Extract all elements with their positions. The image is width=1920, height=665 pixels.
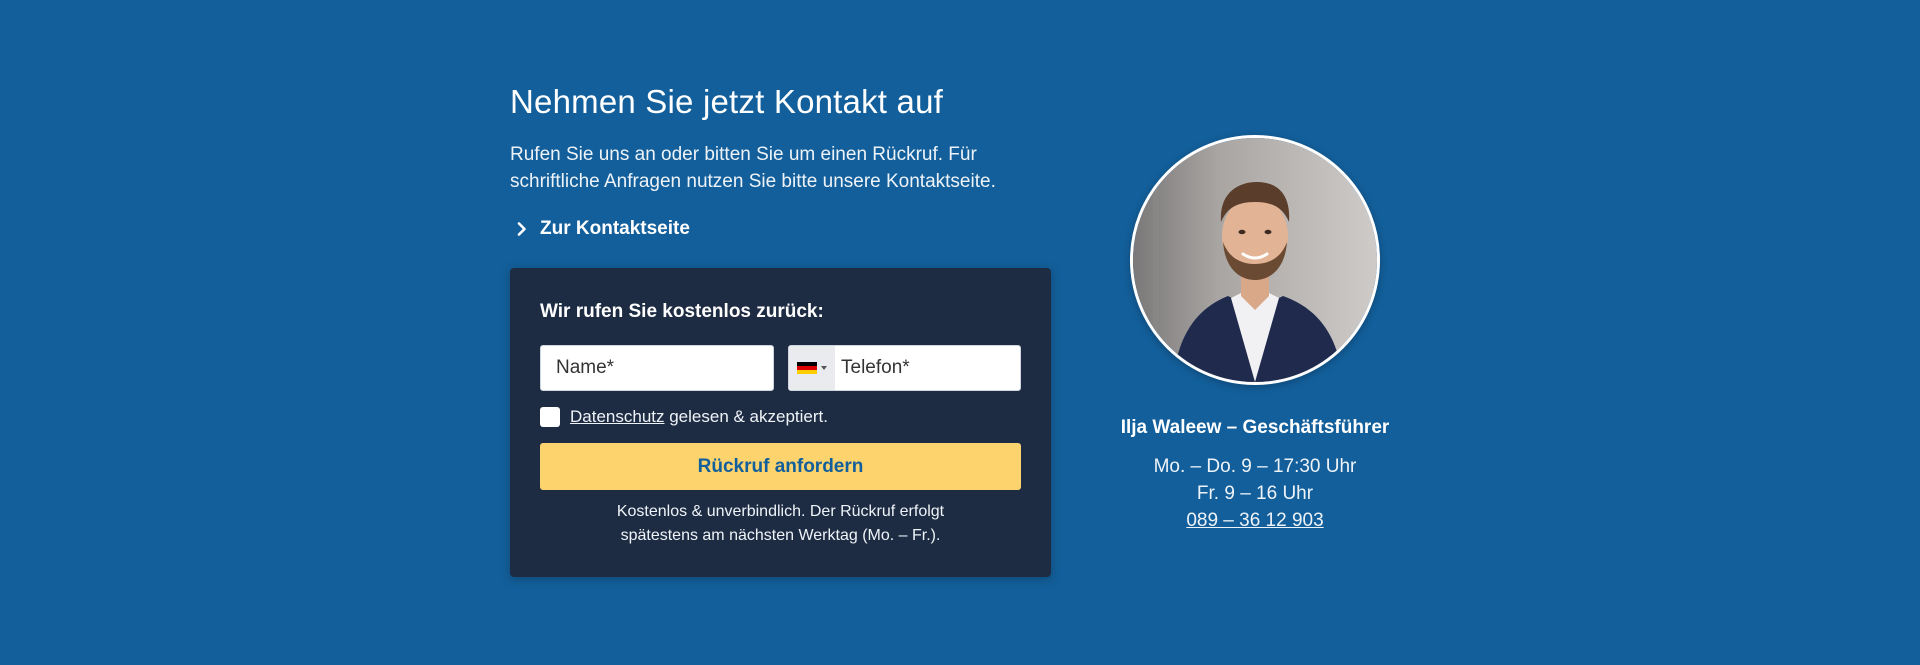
contact-page-link-label: Zur Kontaktseite — [540, 218, 690, 239]
section-heading: Nehmen Sie jetzt Kontakt auf — [510, 83, 944, 120]
privacy-consent: Datenschutz gelesen & akzeptiert. — [540, 406, 828, 428]
opening-hours-mon-thu: Mo. – Do. 9 – 17:30 Uhr — [1153, 456, 1357, 477]
chevron-right-icon — [516, 222, 528, 236]
contact-section: Nehmen Sie jetzt Kontakt auf Rufen Sie u… — [0, 0, 1920, 665]
phone-number-link[interactable]: 089 – 36 12 903 — [1186, 507, 1323, 534]
intro-text: Rufen Sie uns an oder bitten Sie um eine… — [510, 141, 1050, 195]
callback-note-line-2: spätestens am nächsten Werktag (Mo. – Fr… — [620, 527, 941, 544]
phone-field-wrapper — [788, 345, 1021, 391]
request-callback-button[interactable]: Rückruf anfordern — [540, 443, 1021, 490]
phone-input[interactable] — [835, 346, 1020, 390]
opening-hours: Mo. – Do. 9 – 17:30 Uhr Fr. 9 – 16 Uhr 0… — [1090, 453, 1420, 534]
intro-line-1: Rufen Sie uns an oder bitten Sie um eine… — [510, 144, 977, 165]
callback-form: Wir rufen Sie kostenlos zurück: Datensch… — [510, 268, 1051, 577]
callback-note: Kostenlos & unverbindlich. Der Rückruf e… — [540, 500, 1021, 548]
contact-person-name: Ilja Waleew – Geschäftsführer — [1120, 417, 1390, 438]
name-field-wrapper — [540, 345, 774, 391]
contact-page-link[interactable]: Zur Kontaktseite — [510, 215, 1050, 243]
avatar — [1130, 135, 1380, 385]
callback-note-line-1: Kostenlos & unverbindlich. Der Rückruf e… — [616, 503, 945, 520]
privacy-policy-link[interactable]: Datenschutz — [570, 407, 665, 426]
flag-de-icon — [797, 361, 817, 375]
name-input[interactable] — [541, 346, 773, 390]
country-code-selector[interactable] — [789, 346, 835, 390]
intro-line-2: schriftliche Anfragen nutzen Sie bitte u… — [510, 171, 996, 192]
privacy-consent-label: gelesen & akzeptiert. — [664, 407, 828, 426]
privacy-consent-text: Datenschutz gelesen & akzeptiert. — [570, 407, 828, 427]
caret-down-icon — [821, 366, 827, 370]
callback-form-title: Wir rufen Sie kostenlos zurück: — [540, 301, 824, 322]
privacy-consent-checkbox[interactable] — [540, 407, 560, 427]
contact-intro: Nehmen Sie jetzt Kontakt auf Rufen Sie u… — [510, 80, 1050, 243]
opening-hours-fri: Fr. 9 – 16 Uhr — [1196, 483, 1314, 504]
